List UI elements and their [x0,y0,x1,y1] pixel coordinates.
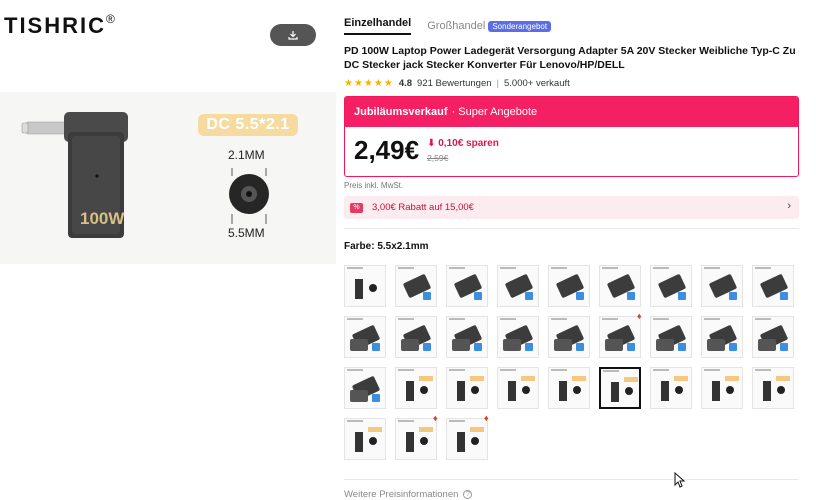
color-swatch[interactable] [395,367,437,409]
color-swatch[interactable] [497,265,539,307]
color-swatch[interactable] [701,367,743,409]
savings-text: 0,10€ sparen [438,138,499,149]
info-icon: ? [463,490,473,499]
tax-note: Preis inkl. MwSt. [344,181,404,190]
tab-einzelhandel[interactable]: Einzelhandel [344,17,412,35]
color-label: Farbe: 5.5x2.1mm [344,241,429,252]
flame-icon: ⬇ [427,138,436,149]
coupon-icon: % [350,202,363,213]
savings-block: ⬇ 0,10€ sparen 2,59€ [427,138,499,163]
brand-name: TISHRIC [4,13,106,38]
color-swatch[interactable] [446,316,488,358]
color-swatch[interactable] [599,265,641,307]
sold-count: 5.000+ verkauft [504,78,570,89]
divider [344,228,799,229]
product-text: 100W [80,209,125,228]
deal-name: Jubiläumsverkauf [354,106,448,118]
coupon-text: 3,00€ Rabatt auf 15,00€ [372,202,474,213]
price-tabs: Einzelhandel Großhandel Sonderangebot [344,17,552,35]
color-swatch[interactable] [599,367,641,409]
inner-diameter-label: 2.1MM [228,148,265,162]
color-swatch[interactable] [650,316,692,358]
color-swatch[interactable] [446,418,488,460]
color-swatch[interactable] [395,265,437,307]
rating-row: ★★★★★ 4.8 921 Bewertungen | 5.000+ verka… [344,78,570,89]
hot-flame-icon: ♦ [484,413,489,423]
deal-subtitle: · Super Angebote [451,106,538,118]
hot-flame-icon: ♦ [433,413,438,423]
color-swatch[interactable] [650,265,692,307]
color-swatch[interactable] [752,265,794,307]
rating-score: 4.8 [398,78,413,89]
color-swatch[interactable] [395,418,437,460]
star-rating-icon: ★★★★★ [344,78,394,89]
savings-amount: ⬇ 0,10€ sparen [427,138,499,149]
color-swatch[interactable] [344,367,386,409]
rating-separator: | [496,78,499,89]
color-swatch[interactable] [497,316,539,358]
color-swatch[interactable] [446,265,488,307]
chevron-right-icon: › [787,200,791,212]
color-swatch[interactable] [548,316,590,358]
product-gallery: TISHRIC® 100W DC 5.5*2.1 2.1MM 5.5MM [0,0,336,500]
color-swatch[interactable] [701,316,743,358]
current-price: 2,49€ [354,135,420,165]
color-swatch[interactable] [395,316,437,358]
special-offer-badge: Sonderangebot [488,20,552,32]
color-swatch[interactable] [599,316,641,358]
color-swatch[interactable] [344,316,386,358]
color-swatch[interactable] [446,367,488,409]
mouse-cursor-icon [674,472,686,488]
hot-flame-icon: ♦ [637,311,642,321]
tab-grosshandel[interactable]: Großhandel [427,20,485,32]
old-price: 2,59€ [427,153,449,163]
deal-box: Jubiläumsverkauf · Super Angebote 2,49€ … [344,96,799,177]
download-icon [288,31,298,40]
color-swatch[interactable] [701,265,743,307]
product-title: PD 100W Laptop Power Ladegerät Versorgun… [344,45,796,71]
review-count-link[interactable]: 921 Bewertungen [417,78,491,89]
color-swatch[interactable] [650,367,692,409]
color-swatch[interactable] [497,367,539,409]
color-swatch[interactable] [344,418,386,460]
dc-size-tag: DC 5.5*2.1 [198,114,298,136]
color-swatch[interactable] [752,316,794,358]
deal-header: Jubiläumsverkauf · Super Angebote [345,97,798,127]
more-price-info-link[interactable]: Weitere Preisinformationen ? [344,489,473,500]
divider [344,479,799,480]
brand-logo: TISHRIC® [4,12,115,39]
more-info-text: Weitere Preisinformationen [344,489,459,500]
color-swatch[interactable] [344,265,386,307]
price-row: 2,49€ ⬇ 0,10€ sparen 2,59€ [354,135,499,165]
outer-diameter-label: 5.5MM [228,226,265,240]
product-page: TISHRIC® 100W DC 5.5*2.1 2.1MM 5.5MM Ein… [0,0,816,500]
brand-mark: ® [106,12,115,26]
download-button[interactable] [270,24,316,46]
color-swatch[interactable] [548,367,590,409]
color-swatch[interactable] [752,367,794,409]
color-swatch[interactable] [548,265,590,307]
coupon-banner[interactable]: % 3,00€ Rabatt auf 15,00€ › [344,196,799,219]
main-product-image[interactable]: 100W DC 5.5*2.1 2.1MM 5.5MM [0,92,336,264]
